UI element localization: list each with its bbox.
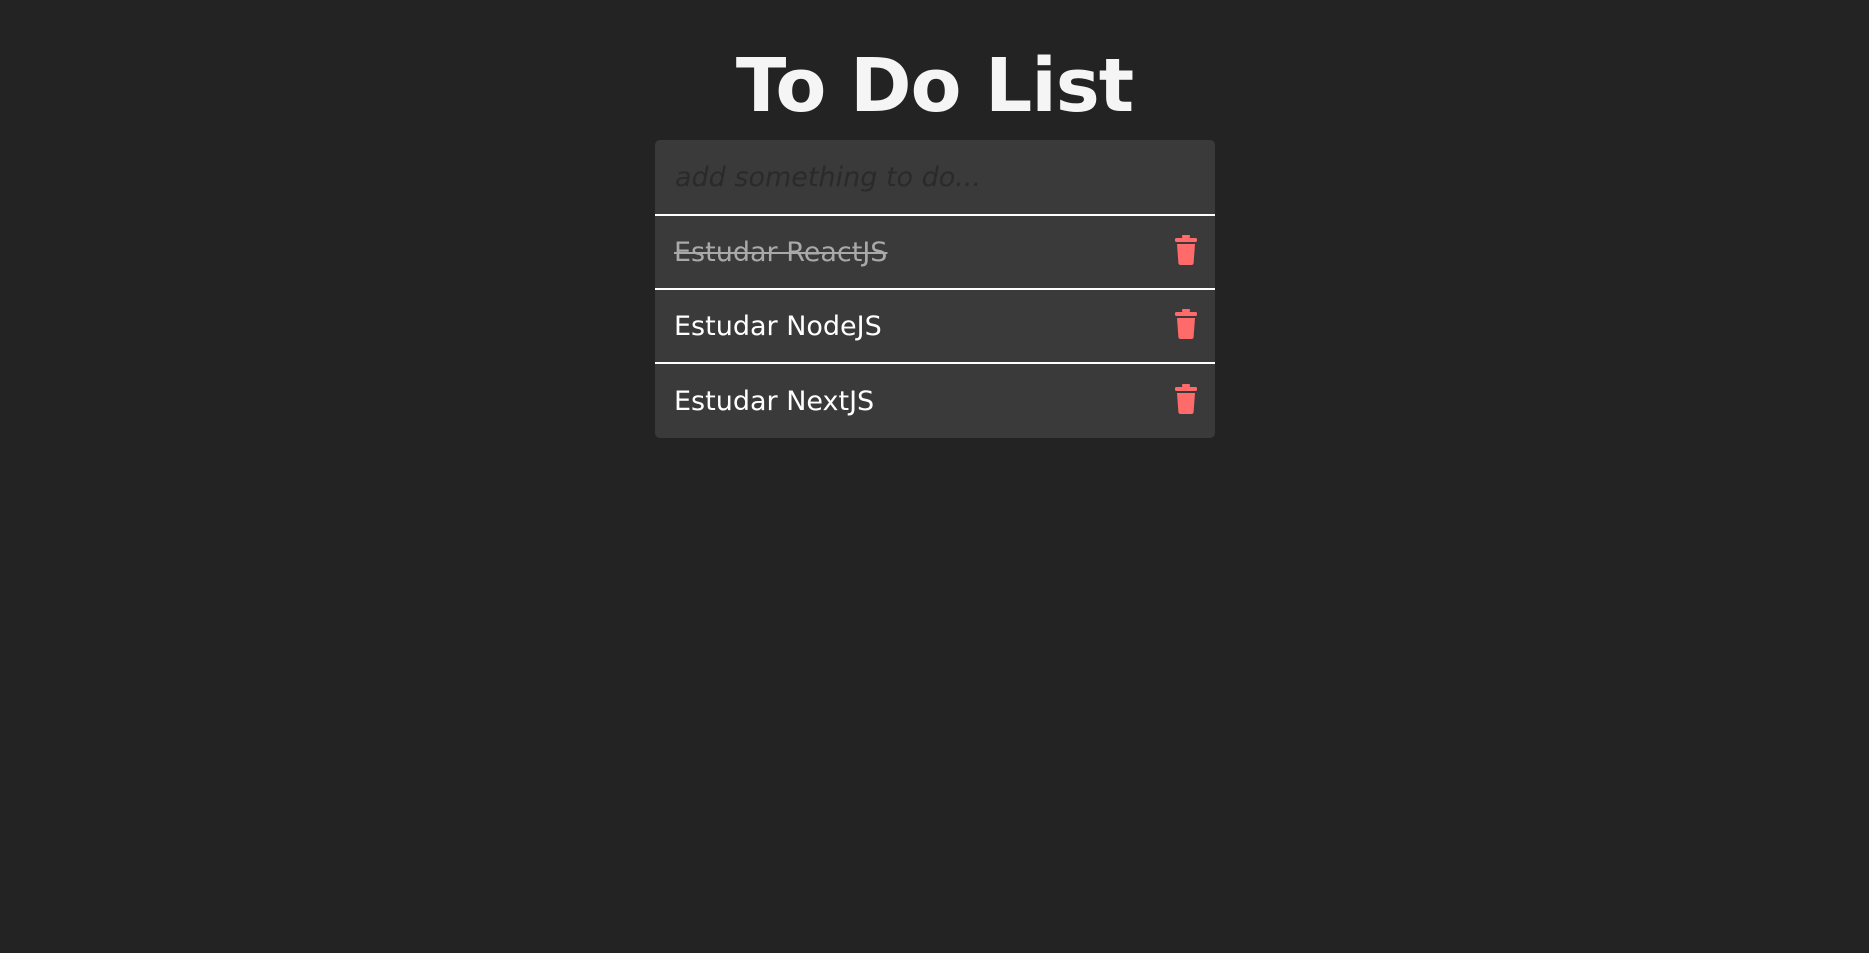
todo-card: Estudar ReactJS Estudar NodeJS Estud	[655, 140, 1215, 438]
trash-icon	[1175, 384, 1197, 414]
todo-item[interactable]: Estudar NodeJS	[655, 290, 1215, 364]
page-title: To Do List	[735, 43, 1134, 129]
todo-item-text: Estudar ReactJS	[674, 236, 888, 268]
todo-item[interactable]: Estudar ReactJS	[655, 216, 1215, 290]
trash-icon	[1175, 309, 1197, 339]
todo-item[interactable]: Estudar NextJS	[655, 364, 1215, 438]
delete-todo-button[interactable]	[1175, 384, 1197, 414]
todo-item-text: Estudar NextJS	[674, 385, 875, 417]
trash-icon	[1175, 235, 1197, 265]
new-todo-input[interactable]	[655, 140, 1215, 216]
todo-app: To Do List Estudar ReactJS Estudar NodeJ…	[0, 0, 1869, 953]
todo-item-text: Estudar NodeJS	[674, 310, 882, 342]
delete-todo-button[interactable]	[1175, 309, 1197, 339]
delete-todo-button[interactable]	[1175, 235, 1197, 265]
